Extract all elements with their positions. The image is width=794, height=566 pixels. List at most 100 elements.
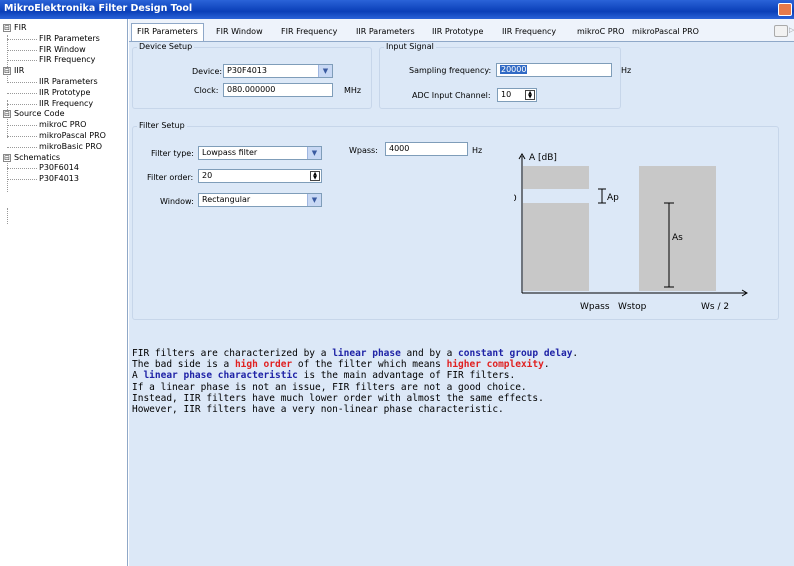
y-axis-label: A [dB] xyxy=(529,153,557,163)
title-bar: MikroElektronika Filter Design Tool xyxy=(0,0,794,19)
tree-leaf-node[interactable]: mikroBasic PRO xyxy=(0,142,127,153)
tree-node-label: IIR xyxy=(14,66,25,76)
collapse-icon[interactable]: ⊟ xyxy=(3,24,11,32)
filter-order-stepper[interactable]: 20 ▲ ▼ xyxy=(198,169,322,183)
highlighted-phrase: constant group delay xyxy=(458,348,573,359)
description-text: FIR filters are characterized by a linea… xyxy=(132,348,772,415)
tree-group-node[interactable]: ⊟ IIR xyxy=(0,66,127,77)
description-line: However, IIR filters have a very non-lin… xyxy=(132,404,772,415)
window-label: Window: xyxy=(160,197,194,206)
tree-leaf-node[interactable]: mikroPascal PRO xyxy=(0,131,127,142)
tree-node-label: mikroC PRO xyxy=(39,120,87,130)
description-segment: and by a xyxy=(400,348,459,359)
close-button[interactable] xyxy=(778,3,792,16)
tree-group-node[interactable]: ⊟ FIR xyxy=(0,23,127,34)
tree-leaf-node[interactable]: mikroC PRO xyxy=(0,120,127,131)
wstop-axis-label: Wstop xyxy=(618,302,647,312)
wpass-axis-label: Wpass xyxy=(580,302,610,312)
main-area: FIR Parameters FIR Window FIR Frequency … xyxy=(129,19,794,566)
device-setup-group: Device Setup xyxy=(132,42,372,109)
filter-order-value: 20 xyxy=(202,171,213,180)
tree-node-label: Source Code xyxy=(14,109,65,119)
zero-db-label: 0 xyxy=(514,194,517,204)
tree-leaf-node[interactable]: P30F6014 xyxy=(0,163,127,174)
chevron-down-icon[interactable]: ▼ xyxy=(307,147,321,159)
chevron-down-icon[interactable]: ▼ xyxy=(307,194,321,206)
tab-strip: FIR Parameters FIR Window FIR Frequency … xyxy=(129,19,794,41)
tab-fir-window[interactable]: FIR Window xyxy=(211,25,268,41)
description-segment: is the main advantage of FIR filters. xyxy=(297,370,516,382)
tab-iir-frequency[interactable]: IIR Frequency xyxy=(497,25,561,41)
tree-node-label: mikroBasic PRO xyxy=(39,141,103,151)
filter-response-diagram: A [dB] 0 Ap As Wpass Wstop Ws / 2 xyxy=(514,153,748,312)
description-line: A linear phase characteristic is the mai… xyxy=(132,370,772,381)
collapse-icon[interactable]: ⊟ xyxy=(3,153,11,162)
passband-upper-region xyxy=(523,166,589,189)
tab-iir-prototype[interactable]: IIR Prototype xyxy=(427,25,488,41)
chevron-down-icon[interactable]: ▼ xyxy=(318,65,332,77)
tree-leaf-node[interactable]: IIR Prototype xyxy=(0,88,127,99)
window-select[interactable]: Rectangular ▼ xyxy=(198,193,322,207)
tab-mikropascal-pro[interactable]: mikroPascal PRO xyxy=(627,25,704,41)
clock-unit: MHz xyxy=(344,86,362,95)
sampling-frequency-value: 20000 xyxy=(500,65,528,74)
highlighted-phrase: higher complexity xyxy=(446,359,544,371)
tab-scroll-right-icon[interactable]: ▷ xyxy=(789,26,794,36)
description-segment: If a linear phase is not an issue, FIR f… xyxy=(132,381,527,393)
tree-node-label: P30F6014 xyxy=(39,163,79,173)
description-line: Instead, IIR filters have much lower ord… xyxy=(132,393,772,404)
fir-parameters-panel: Device Setup Device: P30F4013 ▼ Clock: 0… xyxy=(129,41,794,566)
wpass-input[interactable]: 4000 xyxy=(385,142,468,156)
collapse-icon[interactable]: ⊟ xyxy=(3,110,11,119)
adc-input-channel-value: 10 xyxy=(501,90,512,99)
description-segment: . xyxy=(572,348,579,359)
tree-leaf-node[interactable]: P30F4013 xyxy=(0,174,127,185)
tree-leaf-node[interactable]: FIR Parameters xyxy=(0,34,127,45)
filter-type-select[interactable]: Lowpass filter ▼ xyxy=(198,146,322,160)
clock-label: Clock: xyxy=(194,86,219,95)
sampling-frequency-input[interactable]: 20000 xyxy=(496,63,612,77)
filter-order-label: Filter order: xyxy=(147,173,194,182)
device-label: Device: xyxy=(192,67,223,76)
clock-input[interactable]: 080.000000 xyxy=(223,83,333,97)
wpass-unit: Hz xyxy=(472,146,483,155)
tab-fir-frequency[interactable]: FIR Frequency xyxy=(276,25,342,41)
tree-leaf-node[interactable]: IIR Parameters xyxy=(0,77,127,88)
device-value: P30F4013 xyxy=(227,66,267,75)
spin-arrows-icon[interactable]: ▲ ▼ xyxy=(525,90,535,100)
window-title: MikroElektronika Filter Design Tool xyxy=(4,3,193,14)
tree-node-label: FIR xyxy=(14,23,27,32)
tree-leaf-node[interactable]: IIR Frequency xyxy=(0,99,127,110)
filter-setup-title: Filter Setup xyxy=(137,121,187,130)
filter-type-value: Lowpass filter xyxy=(202,148,258,157)
input-signal-title: Input Signal xyxy=(384,42,436,51)
device-select[interactable]: P30F4013 ▼ xyxy=(223,64,333,78)
description-segment: However, IIR filters have a very non-lin… xyxy=(132,404,504,416)
description-segment: Instead, IIR filters have much lower ord… xyxy=(132,392,544,404)
tree-node-label: mikroPascal PRO xyxy=(39,130,106,140)
description-segment: FIR filters are characterized by a xyxy=(132,348,333,359)
tree-group-node[interactable]: ⊟ Source Code xyxy=(0,109,127,120)
sampling-frequency-label: Sampling frequency: xyxy=(409,66,492,75)
tree-connector xyxy=(7,208,8,224)
highlighted-phrase: linear phase xyxy=(332,348,401,359)
highlighted-phrase: high order xyxy=(234,359,293,371)
device-setup-title: Device Setup xyxy=(137,42,195,51)
description-line: The bad side is a high order of the filt… xyxy=(132,359,772,370)
tree-node-label: IIR Prototype xyxy=(39,87,91,97)
adc-input-channel-label: ADC Input Channel: xyxy=(412,91,491,100)
filter-type-label: Filter type: xyxy=(151,149,194,158)
tab-fir-parameters[interactable]: FIR Parameters xyxy=(131,23,204,41)
tab-mikroc-pro[interactable]: mikroC PRO xyxy=(572,25,629,41)
tab-iir-parameters[interactable]: IIR Parameters xyxy=(351,25,420,41)
adc-input-channel-stepper[interactable]: 10 ▲ ▼ xyxy=(497,88,537,102)
tree-leaf-node[interactable]: FIR Frequency xyxy=(0,55,127,66)
spin-arrows-icon[interactable]: ▲ ▼ xyxy=(310,171,320,181)
tree-group-node[interactable]: ⊟ Schematics xyxy=(0,153,127,164)
description-segment: of the filter which means xyxy=(292,359,447,371)
tab-scroll-button[interactable] xyxy=(774,25,788,37)
tree-leaf-node[interactable]: FIR Window xyxy=(0,45,127,56)
tree-node-label: P30F4013 xyxy=(39,174,79,184)
wpass-label: Wpass: xyxy=(349,146,378,155)
collapse-icon[interactable]: ⊟ xyxy=(3,67,11,76)
